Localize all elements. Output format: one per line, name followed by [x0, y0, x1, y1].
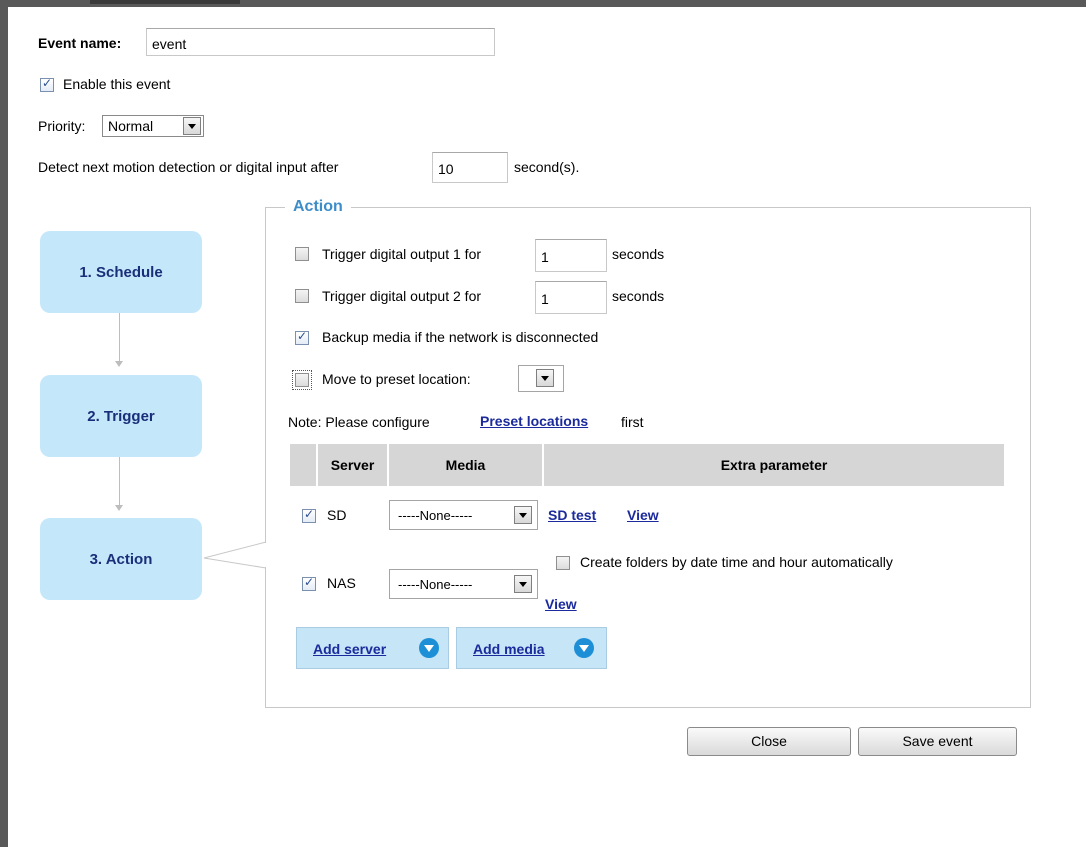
dropdown-circle-icon	[574, 638, 594, 658]
step-action-label: 3. Action	[89, 550, 153, 568]
detect-interval-unit: second(s).	[514, 159, 580, 175]
sd-test-link[interactable]: SD test	[548, 507, 596, 523]
save-event-button[interactable]: Save event	[858, 727, 1017, 756]
arrow-down-icon	[115, 361, 123, 367]
digital-output-2-checkbox[interactable]	[295, 289, 309, 303]
priority-label: Priority:	[38, 118, 86, 134]
close-button[interactable]: Close	[687, 727, 851, 756]
arrow-down-icon	[115, 505, 123, 511]
digital-output-1-duration[interactable]	[535, 239, 607, 272]
table-header-check	[290, 444, 316, 486]
sd-media-select[interactable]: -----None-----	[389, 500, 538, 530]
step-pointer	[203, 541, 267, 569]
nas-media-select[interactable]: -----None-----	[389, 569, 538, 599]
preset-locations-link[interactable]: Preset locations	[480, 413, 588, 429]
step-schedule[interactable]: 1. Schedule	[40, 231, 202, 313]
digital-output-2-label: Trigger digital output 2 for	[322, 288, 482, 304]
window-left-border	[0, 0, 8, 847]
priority-select[interactable]: Normal	[102, 115, 204, 137]
preset-location-select[interactable]	[518, 365, 564, 392]
table-header-extra: Extra parameter	[544, 444, 1004, 486]
note-text: Note: Please configure	[288, 414, 430, 430]
step-connector	[119, 457, 120, 505]
digital-output-1-unit: seconds	[612, 246, 665, 262]
add-media-link[interactable]: Add media	[473, 641, 545, 657]
step-schedule-label: 1. Schedule	[79, 263, 163, 281]
table-header-server: Server	[318, 444, 387, 486]
add-media-button[interactable]: Add media	[456, 627, 607, 669]
enable-event-checkbox[interactable]	[40, 76, 54, 92]
preset-location-checkbox[interactable]	[292, 370, 312, 390]
step-action[interactable]: 3. Action	[40, 518, 202, 600]
dropdown-circle-icon	[419, 638, 439, 658]
add-server-link[interactable]: Add server	[313, 641, 386, 657]
backup-media-checkbox[interactable]	[295, 329, 309, 345]
digital-output-1-checkbox[interactable]	[295, 247, 309, 261]
server-sd-name: SD	[327, 507, 347, 523]
chevron-down-icon	[514, 575, 532, 593]
create-folders-label: Create folders by date time and hour aut…	[580, 554, 893, 570]
note-suffix: first	[621, 414, 644, 430]
priority-value: Normal	[108, 118, 154, 134]
fieldset-gap	[264, 543, 267, 567]
digital-output-2-duration[interactable]	[535, 281, 607, 314]
sd-view-link[interactable]: View	[627, 507, 659, 523]
nas-view-link[interactable]: View	[545, 596, 577, 612]
server-sd-checkbox[interactable]	[302, 507, 316, 523]
table-header-media: Media	[389, 444, 542, 486]
chevron-down-icon	[514, 506, 532, 524]
enable-event-label: Enable this event	[63, 76, 171, 92]
create-folders-checkbox[interactable]	[556, 556, 570, 570]
add-server-button[interactable]: Add server	[296, 627, 449, 669]
event-name-label: Event name:	[38, 35, 122, 51]
event-name-input[interactable]	[146, 28, 495, 56]
detect-interval-label: Detect next motion detection or digital …	[38, 159, 339, 175]
backup-media-label: Backup media if the network is disconnec…	[322, 329, 599, 345]
chevron-down-icon	[183, 117, 201, 135]
preset-location-label: Move to preset location:	[322, 371, 471, 387]
chevron-down-icon	[536, 369, 554, 387]
digital-output-2-unit: seconds	[612, 288, 665, 304]
step-trigger[interactable]: 2. Trigger	[40, 375, 202, 457]
nas-media-value: -----None-----	[398, 577, 473, 592]
digital-output-1-label: Trigger digital output 1 for	[322, 246, 482, 262]
server-nas-checkbox[interactable]	[302, 575, 316, 591]
server-nas-name: NAS	[327, 575, 356, 591]
window-top-accent	[90, 0, 240, 4]
action-legend: Action	[285, 198, 351, 216]
detect-interval-input[interactable]	[432, 152, 508, 183]
sd-media-value: -----None-----	[398, 508, 473, 523]
step-trigger-label: 2. Trigger	[87, 407, 155, 425]
step-connector	[119, 313, 120, 361]
